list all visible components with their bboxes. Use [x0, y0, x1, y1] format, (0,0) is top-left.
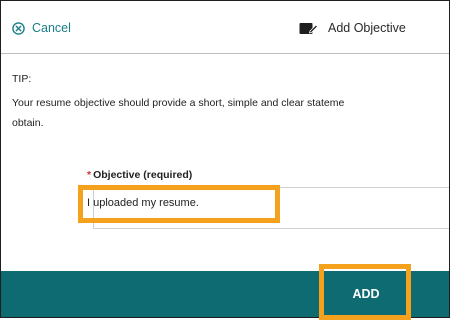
dialog-header: Cancel Add Objective [1, 1, 449, 54]
tip-text-line-2: obtain. [12, 117, 44, 129]
add-objective-dialog: Cancel Add Objective TIP: Your resume ob… [0, 0, 450, 318]
close-circle-icon [12, 21, 25, 35]
objective-label-text: Objective (required) [93, 169, 193, 181]
objective-field-label: * Objective (required) [87, 169, 192, 181]
edit-card-icon [299, 22, 318, 34]
tip-heading: TIP: [12, 73, 32, 85]
cancel-button[interactable]: Cancel [12, 21, 71, 35]
dialog-title: Add Objective [299, 21, 406, 35]
tip-text: Your resume objective should provide a s… [12, 93, 449, 133]
required-asterisk: * [87, 169, 92, 181]
add-button[interactable]: ADD [325, 271, 407, 317]
dialog-title-text: Add Objective [328, 21, 406, 35]
objective-input-value[interactable]: I uploaded my resume. [87, 197, 199, 209]
cancel-label: Cancel [32, 21, 71, 35]
bottom-divider [1, 317, 449, 318]
tip-text-line-1: Your resume objective should provide a s… [12, 97, 345, 109]
